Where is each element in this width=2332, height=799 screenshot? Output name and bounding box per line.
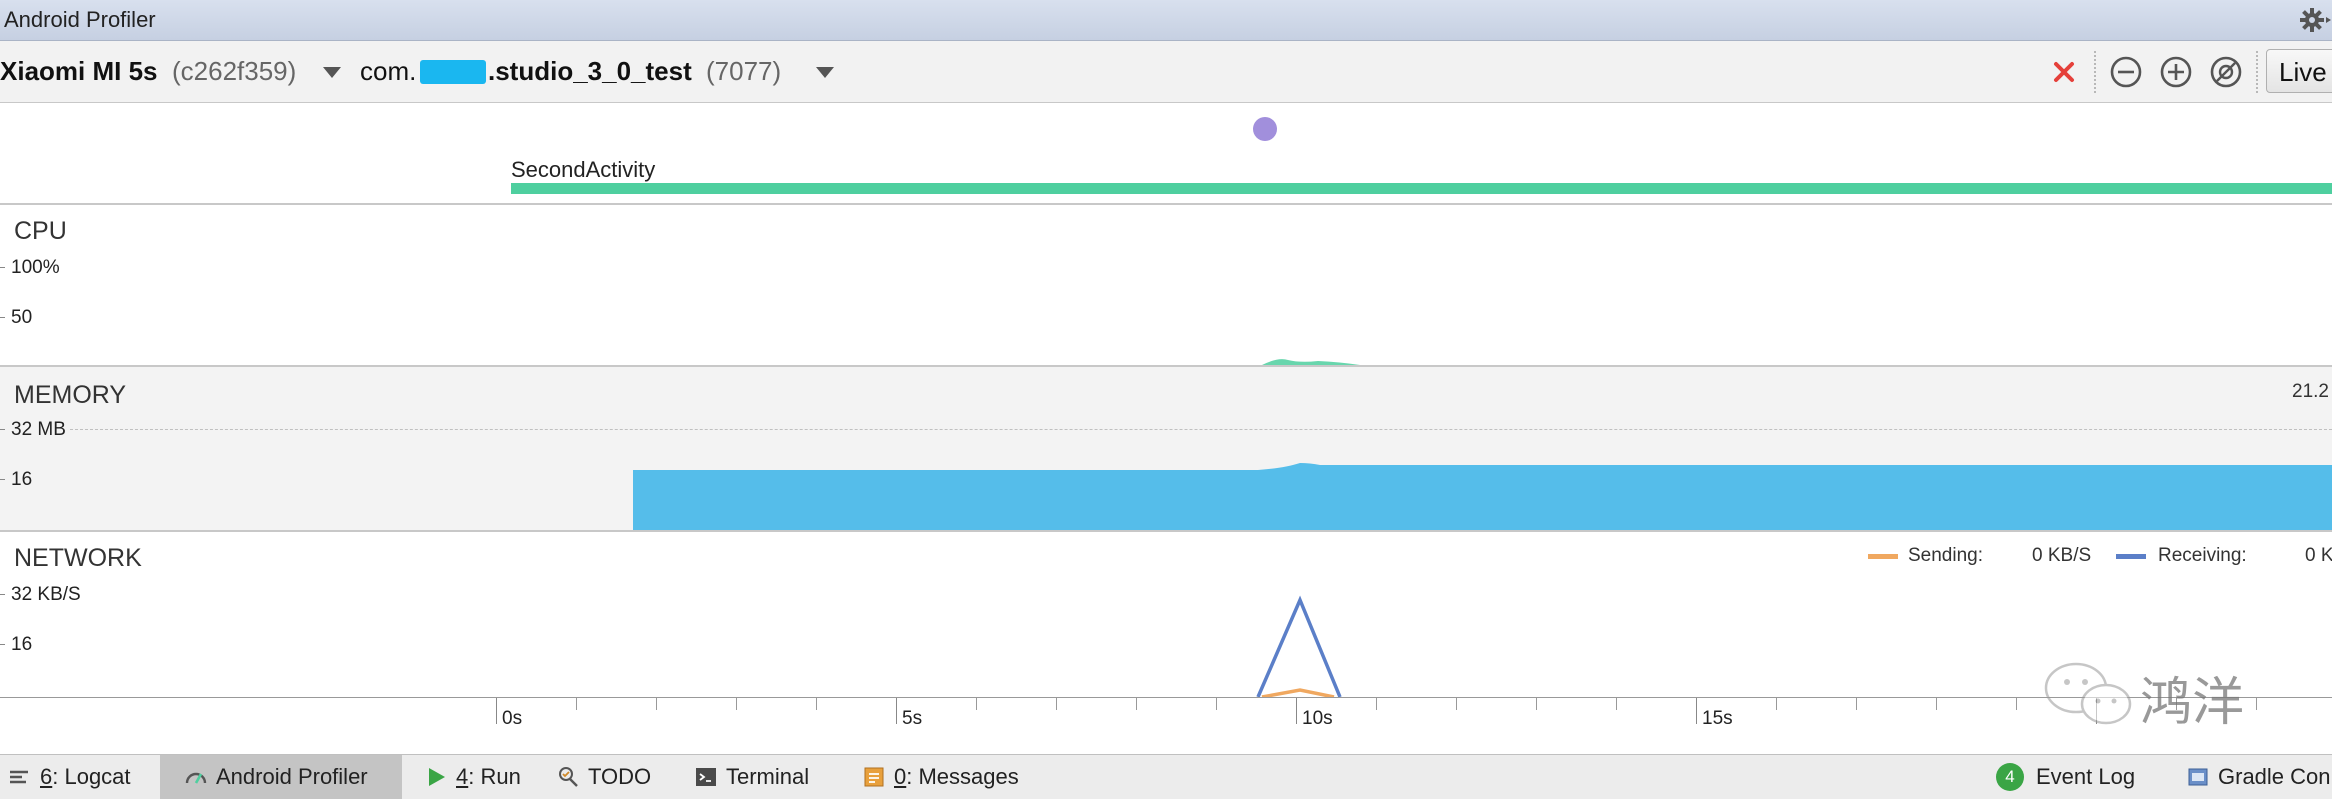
todo-icon: [559, 767, 578, 787]
time-tick-minor: [1216, 698, 1217, 710]
gear-icon[interactable]: [2298, 3, 2332, 37]
device-name[interactable]: Xiaomi MI 5s: [0, 56, 158, 87]
time-tick-minor: [1856, 698, 1857, 710]
touch-event-marker[interactable]: [1253, 117, 1277, 141]
tab-todo-label: TODO: [588, 764, 652, 789]
time-tick-minor: [1056, 698, 1057, 710]
tab-terminal[interactable]: Terminal: [694, 755, 809, 799]
time-tick-minor: [976, 698, 977, 710]
process-prefix[interactable]: com.: [360, 56, 416, 87]
time-tick-minor: [816, 698, 817, 710]
time-tick-major: [896, 698, 897, 724]
event-log-label: Event Log: [2036, 764, 2136, 789]
tab-run-label: : Run: [468, 764, 521, 789]
device-id[interactable]: (c262f359): [172, 56, 296, 87]
tab-logcat-label: : Logcat: [52, 764, 131, 789]
messages-icon: [864, 767, 884, 787]
time-tick-major: [1696, 698, 1697, 724]
time-label-10s: 10s: [1302, 708, 1333, 729]
cpu-monitor[interactable]: CPU 100% 50: [0, 205, 2332, 367]
process-dropdown-icon[interactable]: [816, 67, 834, 78]
time-label-0s: 0s: [502, 708, 523, 729]
gradle-console-label: Gradle Con: [2218, 764, 2331, 789]
time-tick-minor: [1616, 698, 1617, 710]
time-tick-minor: [1136, 698, 1137, 710]
time-label-15s: 15s: [1702, 708, 1733, 729]
network-monitor[interactable]: NETWORK Sending: 0 KB/S Receiving: 0 K 3…: [0, 532, 2332, 697]
activity-bar[interactable]: [511, 183, 2332, 194]
tab-event-log[interactable]: 4 Event Log: [1996, 755, 2135, 799]
process-pid[interactable]: (7077): [706, 56, 781, 87]
cpu-usage-graph: [1262, 359, 1360, 365]
live-button[interactable]: Live: [2266, 49, 2332, 93]
title-bar: Android Profiler: [0, 0, 2332, 41]
time-tick-minor: [576, 698, 577, 710]
tab-run-key: 4: [456, 764, 469, 789]
tab-gradle-console[interactable]: Gradle Con: [2186, 755, 2331, 799]
memory-monitor[interactable]: MEMORY 21.2 32 MB 16: [0, 367, 2332, 532]
time-tick-minor: [656, 698, 657, 710]
watermark-text: 鸿洋: [2140, 673, 2245, 733]
time-label-5s: 5s: [902, 708, 923, 729]
time-tick-minor: [2016, 698, 2017, 710]
event-log-count-badge: 4: [1996, 763, 2024, 791]
time-tick-minor: [1376, 698, 1377, 710]
device-toolbar: Xiaomi MI 5s (c262f359) com. .studio_3_0…: [0, 41, 2332, 103]
tab-logcat[interactable]: 6: Logcat: [8, 755, 131, 799]
time-tick-minor: [1776, 698, 1777, 710]
time-tick-minor: [1936, 698, 1937, 710]
memory-usage-graph: [633, 463, 2332, 530]
time-tick-major: [1296, 698, 1297, 724]
time-tick-minor: [736, 698, 737, 710]
reset-zoom-icon[interactable]: [2206, 52, 2246, 92]
event-timeline: SecondActivity: [0, 103, 2332, 205]
time-tick-minor: [1456, 698, 1457, 710]
tab-todo[interactable]: TODO: [556, 755, 651, 799]
logcat-icon: [10, 770, 28, 784]
tab-messages-label: : Messages: [906, 764, 1019, 789]
toolbar-separator: [2094, 51, 2096, 93]
tab-android-profiler[interactable]: Android Profiler: [160, 755, 402, 799]
run-icon: [429, 768, 445, 786]
zoom-out-icon[interactable]: [2106, 52, 2146, 92]
stop-icon[interactable]: [2044, 52, 2084, 92]
tab-terminal-label: Terminal: [726, 764, 810, 789]
time-axis[interactable]: 0s 5s 10s 15s: [0, 697, 2332, 754]
window-title: Android Profiler: [4, 7, 156, 32]
tab-run[interactable]: 4: Run: [424, 755, 521, 799]
time-tick-major: [496, 698, 497, 724]
process-name[interactable]: .studio_3_0_test: [488, 56, 692, 87]
tab-logcat-key: 6: [40, 764, 53, 789]
profiler-gauge-icon: [185, 772, 207, 784]
tab-messages[interactable]: 0: Messages: [862, 755, 1019, 799]
toolbar-separator: [2256, 51, 2258, 93]
redaction-mark: [420, 60, 486, 84]
tab-messages-key: 0: [894, 764, 907, 789]
network-traffic-graph: [1256, 595, 1342, 697]
gradle-console-icon: [2188, 768, 2208, 786]
tool-window-bar: 6: Logcat Android Profiler 4: Run TODO T…: [0, 754, 2332, 799]
terminal-icon: [696, 768, 716, 786]
activity-label: SecondActivity: [511, 157, 656, 182]
tab-android-profiler-label: Android Profiler: [216, 764, 368, 789]
device-dropdown-icon[interactable]: [323, 67, 341, 78]
zoom-in-icon[interactable]: [2156, 52, 2196, 92]
time-tick-minor: [1536, 698, 1537, 710]
